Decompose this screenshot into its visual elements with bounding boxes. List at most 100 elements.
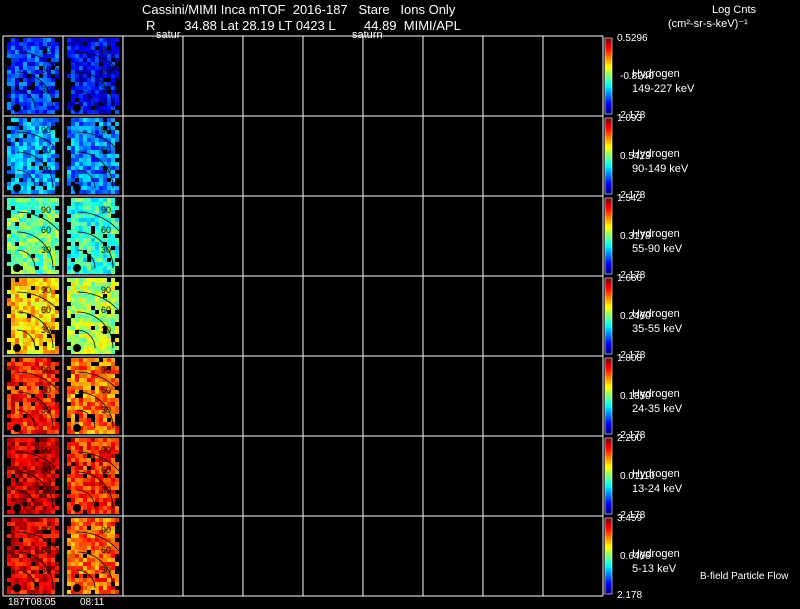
image-pixel xyxy=(35,278,39,282)
image-pixel xyxy=(67,178,71,182)
image-pixel xyxy=(7,222,11,226)
image-pixel xyxy=(95,106,99,110)
image-pixel xyxy=(11,226,15,230)
image-pixel xyxy=(95,422,99,426)
image-pixel xyxy=(15,206,19,210)
image-pixel xyxy=(71,550,75,554)
image-pixel xyxy=(15,286,19,290)
image-pixel xyxy=(23,98,27,102)
image-pixel xyxy=(19,454,23,458)
image-pixel xyxy=(47,118,51,122)
image-pixel xyxy=(115,38,119,42)
image-pixel xyxy=(91,546,95,550)
image-pixel xyxy=(67,326,71,330)
image-pixel xyxy=(75,378,79,382)
image-pixel xyxy=(27,326,31,330)
image-pixel xyxy=(87,446,91,450)
image-pixel xyxy=(51,446,55,450)
image-pixel xyxy=(19,246,23,250)
image-pixel xyxy=(11,330,15,334)
image-pixel xyxy=(107,118,111,122)
image-pixel xyxy=(79,258,83,262)
image-pixel xyxy=(27,510,31,514)
image-pixel xyxy=(23,466,27,470)
image-pixel xyxy=(11,314,15,318)
image-pixel xyxy=(55,494,59,498)
image-pixel xyxy=(19,418,23,422)
image-pixel xyxy=(111,534,115,538)
image-pixel xyxy=(75,198,79,202)
image-pixel xyxy=(23,586,27,590)
image-pixel xyxy=(87,158,91,162)
image-pixel xyxy=(55,222,59,226)
image-pixel xyxy=(27,42,31,46)
image-pixel xyxy=(111,510,115,514)
image-pixel xyxy=(67,206,71,210)
image-pixel xyxy=(67,554,71,558)
image-pixel xyxy=(23,486,27,490)
image-pixel xyxy=(47,258,51,262)
image-pixel xyxy=(95,582,99,586)
image-pixel xyxy=(23,166,27,170)
image-pixel xyxy=(51,390,55,394)
image-pixel xyxy=(15,462,19,466)
image-pixel xyxy=(27,266,31,270)
image-pixel xyxy=(15,298,19,302)
image-pixel xyxy=(71,138,75,142)
image-pixel xyxy=(95,382,99,386)
image-pixel xyxy=(71,386,75,390)
image-pixel xyxy=(87,586,91,590)
image-pixel xyxy=(75,62,79,66)
image-pixel xyxy=(39,582,43,586)
image-pixel xyxy=(15,374,19,378)
image-pixel xyxy=(55,518,59,522)
image-pixel xyxy=(55,46,59,50)
image-pixel xyxy=(7,502,11,506)
image-pixel xyxy=(31,242,35,246)
image-pixel xyxy=(71,570,75,574)
image-pixel xyxy=(91,398,95,402)
image-pixel xyxy=(15,522,19,526)
image-pixel xyxy=(71,410,75,414)
image-pixel xyxy=(115,154,119,158)
image-pixel xyxy=(67,446,71,450)
image-pixel xyxy=(23,478,27,482)
image-pixel xyxy=(35,306,39,310)
image-pixel xyxy=(39,138,43,142)
image-pixel xyxy=(71,210,75,214)
image-pixel xyxy=(31,326,35,330)
image-pixel xyxy=(43,318,47,322)
image-pixel xyxy=(75,578,79,582)
image-pixel xyxy=(39,510,43,514)
image-pixel xyxy=(95,70,99,74)
image-pixel xyxy=(87,282,91,286)
image-pixel xyxy=(99,338,103,342)
image-pixel xyxy=(87,542,91,546)
image-pixel xyxy=(51,290,55,294)
image-pixel xyxy=(87,382,91,386)
image-pixel xyxy=(7,158,11,162)
image-pixel xyxy=(99,106,103,110)
species-label: Hydrogen xyxy=(632,548,680,560)
image-pixel xyxy=(87,386,91,390)
image-pixel xyxy=(111,198,115,202)
image-pixel xyxy=(87,126,91,130)
image-pixel xyxy=(91,438,95,442)
image-pixel xyxy=(35,378,39,382)
image-pixel xyxy=(83,438,87,442)
image-pixel xyxy=(31,390,35,394)
image-pixel xyxy=(83,446,87,450)
image-pixel xyxy=(83,558,87,562)
image-pixel xyxy=(19,238,23,242)
image-pixel xyxy=(79,554,83,558)
image-pixel xyxy=(39,338,43,342)
image-pixel xyxy=(75,410,79,414)
image-pixel xyxy=(23,278,27,282)
image-pixel xyxy=(83,430,87,434)
image-pixel xyxy=(47,158,51,162)
image-pixel xyxy=(11,562,15,566)
image-pixel xyxy=(67,378,71,382)
image-pixel xyxy=(51,282,55,286)
plot-title: Cassini/MIMI Inca mTOF 2016-187 Stare Io… xyxy=(142,2,456,17)
image-pixel xyxy=(115,402,119,406)
